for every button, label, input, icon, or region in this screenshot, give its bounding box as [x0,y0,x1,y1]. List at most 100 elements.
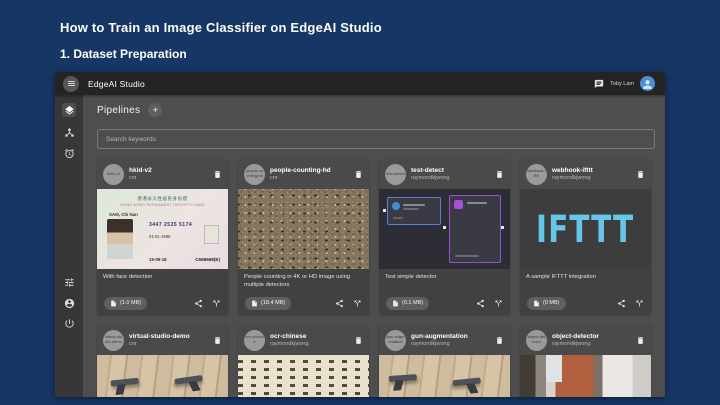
pipeline-thumbnail-calligraphy [238,355,369,397]
sidebar-item-schedule[interactable] [62,146,76,160]
pipeline-card-webhook-ifttt[interactable]: webhook-ifttt webhook-ifttt raymondkjwon… [520,159,651,314]
pipeline-description: A sample IFTTT integration [526,274,596,280]
slide-title: How to Train an Image Classifier on Edge… [60,20,382,35]
editor-node-blue [387,197,441,225]
pipeline-card-hkid-v2[interactable]: hkid-v2 hkid-v2 cnr 香港永久性居民身份證 HONG KONG… [97,159,228,314]
page-head: Pipelines + [97,103,163,117]
menu-button[interactable] [63,75,79,92]
card-header: ocr-chinese ocr-chinese raymondkjwong [238,325,369,355]
pipeline-title: virtual-studio-demo [129,333,190,340]
pipeline-card-ocr-chinese[interactable]: ocr-chinese ocr-chinese raymondkjwong [238,325,369,397]
node-avatar [454,200,463,209]
idcard-id-number: C668668(E) [195,257,220,262]
pipeline-card-people-counting-hd[interactable]: people-counting-hd people-counting-hd cn… [238,159,369,314]
pipeline-card-gun-augmentation[interactable]: gun-augmentation gun-augmentation raymon… [379,325,510,397]
user-avatar[interactable] [640,76,655,91]
search-input[interactable] [97,129,655,149]
pipeline-card-object-detector[interactable]: object-detector object-detector raymondk… [520,325,651,397]
street-sky [546,355,562,383]
sidebar-item-hub[interactable] [62,125,76,139]
delete-icon[interactable] [636,170,645,179]
editor-node-purple [449,195,501,263]
pipeline-thumbnail-street [520,355,651,397]
sidebar-item-settings[interactable] [62,275,76,289]
editor-handle [501,226,504,229]
pipeline-card-virtual-studio-demo[interactable]: virtual-studio-demo virtual-studio-demo … [97,325,228,397]
delete-icon[interactable] [213,170,222,179]
slide: How to Train an Image Classifier on Edge… [0,0,720,405]
card-footer: (1.0 MB) [97,292,228,314]
card-header: people-counting-hd people-counting-hd cn… [238,159,369,189]
share-icon[interactable] [194,299,203,308]
file-icon [110,300,117,307]
delete-icon[interactable] [354,170,363,179]
slide-subtitle: 1. Dataset Preparation [60,47,187,61]
pipeline-title: people-counting-hd [270,167,331,174]
add-pipeline-button[interactable]: + [148,103,163,117]
person-icon [641,78,654,91]
pipeline-thumbnail-ifttt: IFTTT [520,189,651,269]
idcard-title-en: HONG KONG PERMANENT IDENTITY CARD [120,203,205,207]
pipeline-owner: raymondkjwong [552,175,591,181]
account-circle-icon [64,298,75,309]
ifttt-logo: IFTTT [536,207,635,251]
fork-icon[interactable] [494,299,503,308]
layers-icon [64,105,75,116]
pipeline-avatar: ocr-chinese [244,329,265,351]
idcard-title-cn: 香港永久性居民身份證 [137,196,188,201]
idcard-dob: 01-01-1988 [149,234,171,239]
delete-icon[interactable] [213,336,222,345]
sidebar-item-logout[interactable] [62,316,76,330]
handgun [450,375,482,394]
appbar-right: Toby Lam [594,76,655,91]
share-icon[interactable] [476,299,485,308]
idcard-issue-date: 15-09-18 [149,257,167,262]
card-footer: (0.1 MB) [379,292,510,314]
delete-icon[interactable] [495,170,504,179]
idcard-number: 3447 2535 5174 [149,222,193,228]
node-avatar [392,202,400,210]
sidebar-item-pipelines[interactable] [62,103,76,117]
pipeline-title: object-detector [552,333,599,340]
edgeai-studio-window: EdgeAI Studio Toby Lam Pipelines + Searc… [55,72,665,397]
pipeline-owner: cnr [129,341,137,347]
fork-icon[interactable] [212,299,221,308]
page-title: Pipelines [97,104,141,116]
pipeline-owner: raymondkjwong [411,341,450,347]
sidebar-item-account[interactable] [62,296,76,310]
card-header: hkid-v2 hkid-v2 cnr [97,159,228,189]
timer-icon [64,148,75,159]
pipeline-owner: cnr [129,175,137,181]
pipeline-avatar: object-detector [526,329,547,351]
size-chip[interactable]: (0 MB) [527,296,566,310]
pipeline-thumbnail-guns [379,355,510,397]
pipeline-card-test-detect[interactable]: test-detect test-detect raymondkjwong Te… [379,159,510,314]
pipeline-thumbnail-idcard: 香港永久性居民身份證 HONG KONG PERMANENT IDENTITY … [97,189,228,269]
main-content: Pipelines + hkid-v2 hkid-v2 cnr [83,95,665,397]
power-icon [64,318,75,329]
delete-icon[interactable] [354,336,363,345]
pipeline-title: gun-augmentation [411,333,468,340]
fork-icon[interactable] [635,299,644,308]
delete-icon[interactable] [495,336,504,345]
node-text-bar [403,204,425,206]
share-icon[interactable] [335,299,344,308]
card-header: virtual-studio-demo virtual-studio-demo … [97,325,228,355]
share-icon[interactable] [617,299,626,308]
file-icon [533,300,540,307]
node-text-bar [455,255,479,257]
delete-icon[interactable] [636,336,645,345]
pipeline-title: hkid-v2 [129,167,152,174]
pipeline-owner: raymondkjwong [552,341,591,347]
size-chip[interactable]: (0.1 MB) [386,296,430,310]
chat-icon[interactable] [594,79,604,89]
app-title: EdgeAI Studio [88,78,145,89]
pipeline-thumbnail-editor [379,189,510,269]
size-chip[interactable]: (1.0 MB) [104,296,148,310]
file-icon [392,300,399,307]
pipeline-description: Test simple detector [385,274,437,280]
fork-icon[interactable] [353,299,362,308]
node-text-bar [403,208,419,210]
pipeline-owner: cnr [270,175,278,181]
size-chip[interactable]: (18.4 MB) [245,296,292,310]
